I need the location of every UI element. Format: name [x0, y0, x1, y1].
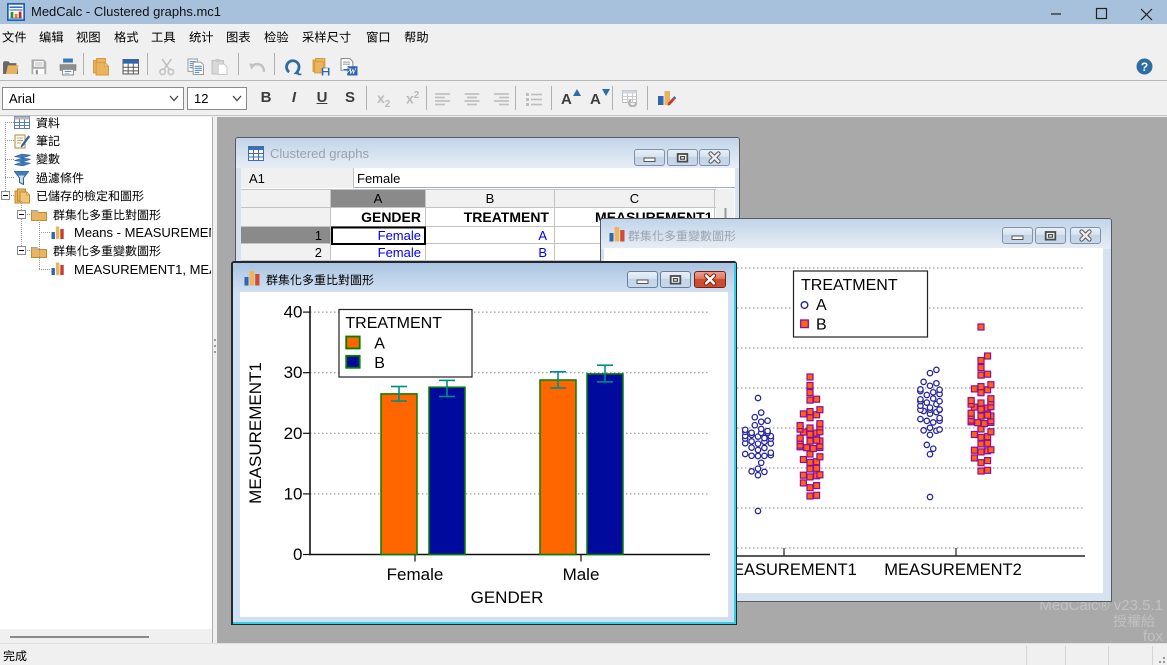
svg-text:W: W — [349, 67, 357, 76]
svg-text:MEASUREMENT1: MEASUREMENT1 — [246, 362, 265, 504]
svg-text:30: 30 — [284, 363, 303, 382]
svg-text:20: 20 — [284, 424, 303, 443]
svg-text:A: A — [816, 297, 827, 314]
svg-text:GENDER: GENDER — [361, 209, 421, 225]
svg-text:TREATMENT: TREATMENT — [464, 209, 550, 225]
svg-text:Female: Female — [387, 565, 444, 584]
svg-text:B: B — [816, 317, 827, 334]
svg-text:Female: Female — [378, 245, 421, 260]
svg-text:TREATMENT: TREATMENT — [801, 277, 898, 294]
svg-text:C: C — [630, 191, 639, 206]
svg-text:A: A — [374, 191, 383, 206]
svg-text:A: A — [538, 228, 547, 243]
svg-text:B: B — [486, 191, 495, 206]
svg-text:Male: Male — [563, 565, 600, 584]
svg-text:1: 1 — [315, 228, 322, 243]
svg-text:?: ? — [1141, 60, 1148, 74]
svg-text:GENDER: GENDER — [471, 588, 544, 607]
svg-text:40: 40 — [284, 303, 303, 322]
svg-text:0: 0 — [293, 545, 302, 564]
svg-text:B: B — [538, 245, 547, 260]
svg-text:MEASUREMENT1: MEASUREMENT1 — [719, 561, 857, 579]
svg-text:TREATMENT: TREATMENT — [345, 315, 442, 332]
svg-text:B: B — [374, 355, 385, 372]
svg-text:A: A — [374, 336, 385, 353]
svg-text:10: 10 — [284, 484, 303, 503]
svg-text:2: 2 — [315, 245, 322, 260]
svg-text:MEASUREMENT2: MEASUREMENT2 — [884, 561, 1022, 579]
svg-text:Female: Female — [378, 228, 421, 243]
